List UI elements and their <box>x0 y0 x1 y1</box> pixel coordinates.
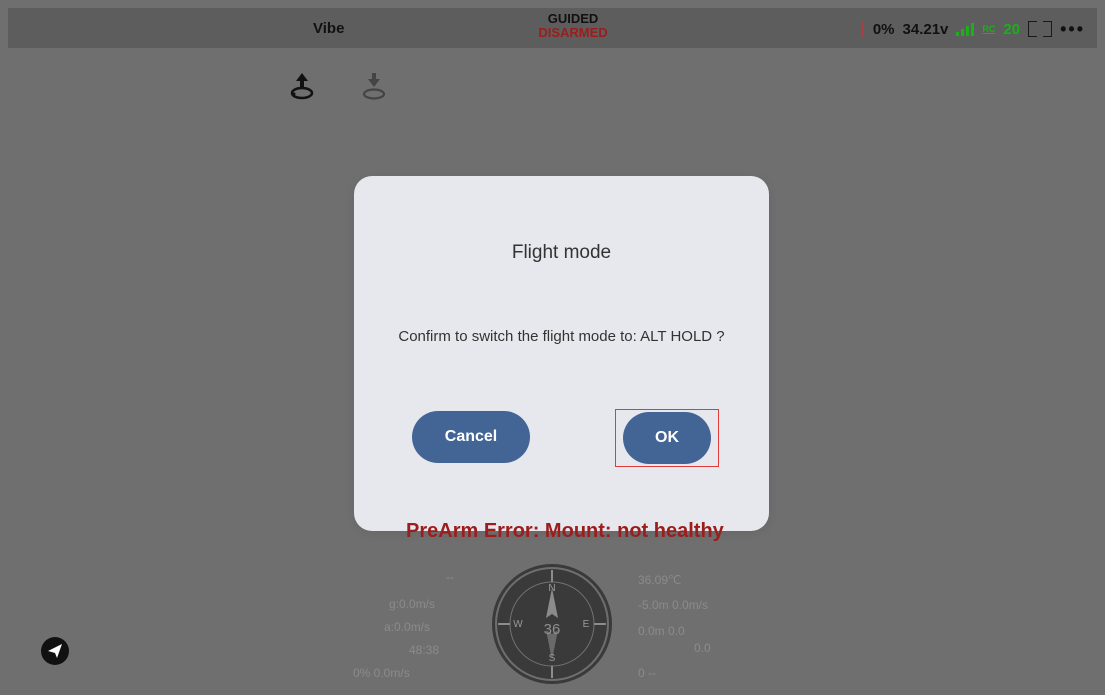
dialog-message: Confirm to switch the flight mode to: AL… <box>398 328 725 345</box>
left-telemetry-line-4: 48:38 <box>409 643 440 657</box>
flight-mode-dialog: Flight mode Confirm to switch the flight… <box>354 176 769 531</box>
right-telemetry-line-4: 0.0 <box>694 641 711 655</box>
compass-w: W <box>513 619 523 630</box>
right-telemetry-line-1: 36.09℃ <box>638 573 682 587</box>
rc-icon: RC <box>982 23 996 34</box>
voltage-value: 34.21v <box>902 20 949 38</box>
left-telemetry-line-3: a:0.0m/s <box>384 620 431 634</box>
signal-icon <box>956 22 975 36</box>
compass-heading: 36 <box>544 621 561 638</box>
compass-icon: 36 N E S W <box>492 564 612 684</box>
left-telemetry-line-5: 0% 0.0m/s <box>353 666 410 680</box>
more-icon[interactable]: ••• <box>1060 20 1085 38</box>
vibe-label: Vibe <box>313 20 345 37</box>
ok-button-highlight <box>615 409 719 467</box>
compass-n: N <box>548 583 555 594</box>
navigation-icon[interactable] <box>40 636 70 666</box>
arm-state-value: DISARMED <box>538 25 608 40</box>
takeoff-icon[interactable] <box>286 67 318 105</box>
flight-mode-value: GUIDED <box>547 11 599 26</box>
left-telemetry-line-2: g:0.0m/s <box>389 597 436 611</box>
left-telemetry-line-1: -- <box>446 570 454 584</box>
status-right-cluster: 0% 34.21v RC 20 ••• <box>861 18 1085 40</box>
top-status-bar: Vibe GUIDED DISARMED 0% 34.21v RC 20 ••• <box>8 8 1097 48</box>
cancel-button[interactable]: Cancel <box>412 411 530 463</box>
dialog-title: Flight mode <box>511 242 612 263</box>
battery-percent: 0% <box>872 20 895 38</box>
compass-s: S <box>549 653 556 664</box>
flight-mode-indicator[interactable]: GUIDED DISARMED <box>528 12 618 40</box>
fullscreen-icon[interactable] <box>1028 21 1053 37</box>
right-telemetry-line-2: -5.0m 0.0m/s <box>638 598 709 612</box>
land-icon[interactable] <box>358 67 390 105</box>
right-telemetry-line-3: 0.0m 0.0 <box>638 624 685 638</box>
battery-indicator <box>861 21 863 37</box>
rc-value: 20 <box>1003 20 1021 38</box>
compass-e: E <box>583 619 590 630</box>
prearm-warning: PreArm Error: Mount: not healthy <box>406 520 724 542</box>
right-telemetry-line-5: 0 -- <box>638 666 656 680</box>
